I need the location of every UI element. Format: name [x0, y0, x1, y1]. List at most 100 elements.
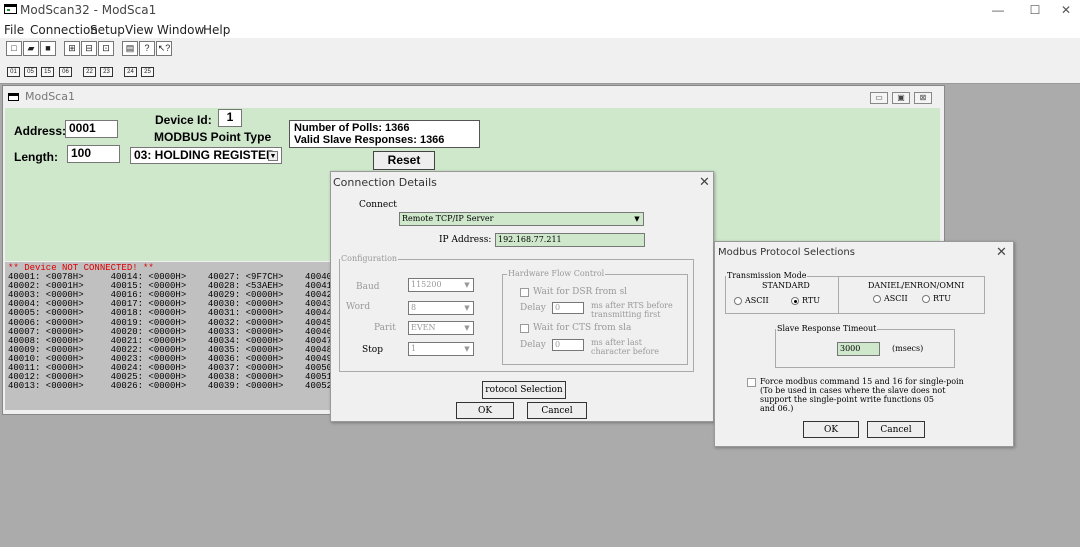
register-display: ** Device NOT CONNECTED! ** 40001: <0078H… [5, 262, 335, 410]
child-minimize-button[interactable]: ▭ [870, 92, 888, 104]
child-close-button[interactable]: ⊠ [914, 92, 932, 104]
baud-value: 115200 [411, 280, 442, 289]
hardware-flow-group: Hardware Flow Control Wait for DSR from … [502, 269, 688, 365]
standard-ascii-radio[interactable] [734, 297, 742, 305]
menu-window[interactable]: Window [157, 23, 204, 37]
standard-ascii-label: ASCII [745, 296, 769, 305]
device-id-field[interactable]: 1 [218, 109, 242, 127]
length-field[interactable]: 100 [67, 145, 120, 163]
hardware-flow-label: Hardware Flow Control [507, 269, 606, 278]
chevron-down-icon: ▼ [268, 151, 278, 161]
child-restore-button[interactable]: ▣ [892, 92, 910, 104]
network-icon[interactable]: ⊡ [98, 41, 114, 56]
protocol-selection-button[interactable]: rotocol Selection [482, 381, 566, 399]
parity-label: Parit [374, 323, 396, 333]
delay2-field[interactable]: 0 [552, 339, 584, 351]
chevron-down-icon: ▼ [464, 304, 470, 312]
display-format-25-icon[interactable]: 25 [141, 67, 154, 77]
cts-checkbox[interactable] [520, 324, 529, 333]
close-button[interactable]: ✕ [1051, 2, 1080, 18]
daniel-rtu-radio[interactable] [922, 295, 930, 303]
help-icon[interactable]: ? [139, 41, 155, 56]
display-format-01-icon[interactable]: 01 [7, 67, 20, 77]
display-format-06-icon[interactable]: 06 [59, 67, 72, 77]
daniel-rtu-label: RTU [933, 294, 951, 303]
menu-help[interactable]: Help [203, 23, 230, 37]
connection-dialog-title: Connection Details [333, 176, 437, 189]
chevron-down-icon: ▼ [464, 324, 470, 332]
configuration-group: Configuration Baud 115200 ▼ Word 8 ▼ Parit… [339, 254, 694, 372]
word-select[interactable]: 8 ▼ [408, 301, 474, 315]
context-help-icon[interactable]: ↖? [156, 41, 172, 56]
baud-label: Baud [356, 282, 380, 292]
connect-type-value: Remote TCP/IP Server [402, 214, 494, 223]
menu-connection[interactable]: Connection [30, 23, 98, 37]
valid-responses: Valid Slave Responses: 1366 [294, 134, 445, 146]
child-title: ModSca1 [25, 90, 75, 103]
delay1-field[interactable]: 0 [552, 302, 584, 314]
display-format-15-icon[interactable]: 15 [41, 67, 54, 77]
point-type-select[interactable]: 03: HOLDING REGISTER ▼ [130, 147, 282, 164]
point-type-value: 03: HOLDING REGISTER [134, 148, 275, 162]
display-format-23-icon[interactable]: 23 [100, 67, 113, 77]
minimize-button[interactable]: — [983, 2, 1013, 18]
ip-address-field[interactable]: 192.168.77.211 [495, 233, 645, 247]
connect-icon[interactable]: ⊞ [64, 41, 80, 56]
register-row: 40013: <0000H> 40026: <0000H> 40039: <00… [8, 381, 335, 392]
length-label: Length: [14, 150, 58, 164]
new-file-icon[interactable]: □ [6, 41, 22, 56]
disconnect-icon[interactable]: ⊟ [81, 41, 97, 56]
print-icon[interactable]: ▤ [122, 41, 138, 56]
menu-bar: File Connection Setup View Window Help [0, 20, 1080, 38]
menu-view[interactable]: View [125, 23, 153, 37]
child-title-bar: ModSca1 ▭ ▣ ⊠ [3, 86, 944, 108]
standard-label: STANDARD [762, 281, 810, 290]
connect-label: Connect [359, 200, 397, 210]
title-bar: ModScan32 - ModSca1 — ☐ ✕ [0, 0, 1080, 20]
delay1-label: Delay [520, 303, 546, 313]
stop-value: 1 [411, 344, 417, 353]
child-app-icon [8, 93, 19, 101]
display-format-24-icon[interactable]: 24 [124, 67, 137, 77]
standard-rtu-radio[interactable] [791, 297, 799, 305]
dsr-checkbox[interactable] [520, 288, 529, 297]
protocol-cancel-button[interactable]: Cancel [867, 421, 925, 438]
connection-ok-button[interactable]: OK [456, 402, 514, 419]
protocol-selections-dialog: Modbus Protocol Selections ✕ Transmissio… [714, 241, 1014, 447]
window-title: ModScan32 - ModSca1 [20, 3, 157, 17]
save-icon[interactable]: ■ [40, 41, 56, 56]
reset-counters-button[interactable]: Reset Ctrs [373, 151, 435, 184]
device-id-label: Device Id: [155, 113, 212, 127]
app-icon [4, 4, 17, 14]
connection-dialog-close-icon[interactable]: ✕ [699, 174, 710, 190]
standard-rtu-label: RTU [802, 296, 820, 305]
delay2-text: ms after last character before [591, 338, 659, 356]
protocol-dialog-title: Modbus Protocol Selections [718, 247, 855, 258]
protocol-dialog-close-icon[interactable]: ✕ [996, 244, 1007, 260]
protocol-ok-button[interactable]: OK [803, 421, 859, 438]
daniel-ascii-label: ASCII [884, 294, 908, 303]
connect-type-select[interactable]: Remote TCP/IP Server ▼ [399, 212, 644, 226]
configuration-label: Configuration [340, 254, 399, 263]
delay1-text: ms after RTS before transmitting first [591, 301, 673, 319]
parity-select[interactable]: EVEN ▼ [408, 321, 474, 335]
display-format-22-icon[interactable]: 22 [83, 67, 96, 77]
open-folder-icon[interactable]: ▰ [23, 41, 39, 56]
connection-cancel-button[interactable]: Cancel [527, 402, 587, 419]
display-format-05-icon[interactable]: 05 [24, 67, 37, 77]
delay2-label: Delay [520, 340, 546, 350]
toolbar-display: 01 05 15 06 22 23 24 25 [0, 60, 1080, 84]
menu-setup[interactable]: Setup [90, 23, 125, 37]
timeout-field[interactable]: 3000 [837, 342, 880, 356]
force-single-point-checkbox[interactable] [747, 378, 756, 387]
chevron-down-icon: ▼ [634, 215, 640, 223]
toolbar-main: □ ▰ ■ ⊞ ⊟ ⊡ ▤ ? ↖? [0, 38, 1080, 60]
address-field[interactable]: 0001 [65, 120, 118, 138]
timeout-group: Slave Response Timeout 3000 (msecs) [775, 324, 955, 368]
stop-select[interactable]: 1 ▼ [408, 342, 474, 356]
menu-file[interactable]: File [4, 23, 24, 37]
baud-select[interactable]: 115200 ▼ [408, 278, 474, 292]
maximize-button[interactable]: ☐ [1020, 2, 1050, 18]
daniel-ascii-radio[interactable] [873, 295, 881, 303]
timeout-unit: (msecs) [892, 344, 924, 353]
